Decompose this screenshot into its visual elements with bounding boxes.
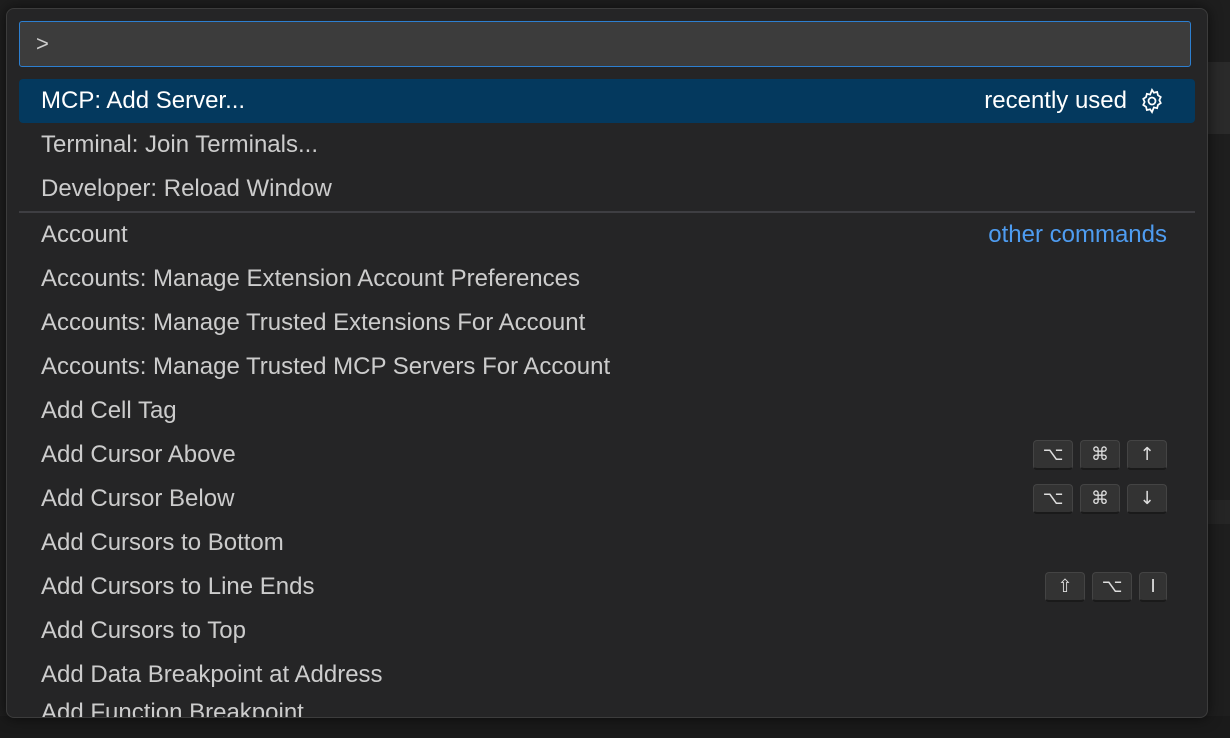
command-label: Add Cell Tag (41, 397, 177, 424)
option-key: ⌥ (1092, 572, 1132, 602)
command-label: Developer: Reload Window (41, 175, 332, 202)
command-item-manage-trusted-extensions[interactable]: Accounts: Manage Trusted Extensions For … (19, 301, 1195, 345)
editor-side-strip-lower (1205, 500, 1230, 524)
i-key: I (1139, 572, 1167, 602)
gear-icon[interactable] (1137, 86, 1167, 116)
status-area (0, 716, 1230, 738)
command-label: Add Data Breakpoint at Address (41, 661, 383, 688)
option-key: ⌥ (1033, 440, 1073, 470)
option-key: ⌥ (1033, 484, 1073, 514)
command-item-add-cursor-below[interactable]: Add Cursor Below ⌥ ⌘ ↓ (19, 477, 1195, 521)
arrow-up-key: ↑ (1127, 440, 1167, 470)
command-item-account[interactable]: Account other commands (19, 213, 1195, 257)
command-key: ⌘ (1080, 440, 1120, 470)
command-palette: MCP: Add Server... recently used Termina… (6, 8, 1208, 718)
command-item-add-cursors-to-bottom[interactable]: Add Cursors to Bottom (19, 521, 1195, 565)
command-list: MCP: Add Server... recently used Termina… (19, 79, 1195, 718)
command-item-add-cursor-above[interactable]: Add Cursor Above ⌥ ⌘ ↑ (19, 433, 1195, 477)
keybinding: ⌥ ⌘ ↑ (1033, 440, 1167, 470)
command-item-reload-window[interactable]: Developer: Reload Window (19, 167, 1195, 211)
command-label: Add Cursor Below (41, 485, 235, 512)
command-item-add-cell-tag[interactable]: Add Cell Tag (19, 389, 1195, 433)
command-input[interactable] (20, 21, 1190, 67)
command-right: other commands (988, 221, 1167, 249)
command-input-box[interactable] (19, 21, 1191, 67)
command-item-add-cursors-to-top[interactable]: Add Cursors to Top (19, 609, 1195, 653)
command-label: Accounts: Manage Trusted Extensions For … (41, 309, 586, 336)
command-right: recently used (984, 86, 1167, 116)
command-item-add-data-breakpoint[interactable]: Add Data Breakpoint at Address (19, 653, 1195, 697)
keybinding: ⌥ ⌘ ↓ (1033, 484, 1167, 514)
keybinding: ⇧ ⌥ I (1045, 572, 1167, 602)
command-key: ⌘ (1080, 484, 1120, 514)
command-item-add-function-breakpoint[interactable]: Add Function Breakpoint (19, 697, 1195, 718)
command-item-add-cursors-to-line-ends[interactable]: Add Cursors to Line Ends ⇧ ⌥ I (19, 565, 1195, 609)
shift-key: ⇧ (1045, 572, 1085, 602)
command-label: Add Function Breakpoint (41, 699, 304, 718)
command-label: Add Cursor Above (41, 441, 236, 468)
editor-side-strip (1205, 62, 1230, 134)
command-item-mcp-add-server[interactable]: MCP: Add Server... recently used (19, 79, 1195, 123)
command-item-manage-trusted-mcp-servers[interactable]: Accounts: Manage Trusted MCP Servers For… (19, 345, 1195, 389)
arrow-down-key: ↓ (1127, 484, 1167, 514)
recently-used-tag: recently used (984, 87, 1127, 114)
command-label: Accounts: Manage Extension Account Prefe… (41, 265, 580, 292)
command-item-manage-extension-account-preferences[interactable]: Accounts: Manage Extension Account Prefe… (19, 257, 1195, 301)
command-label: Terminal: Join Terminals... (41, 131, 318, 158)
command-item-join-terminals[interactable]: Terminal: Join Terminals... (19, 123, 1195, 167)
command-label: Add Cursors to Top (41, 617, 246, 644)
command-label: Add Cursors to Bottom (41, 529, 284, 556)
command-label: MCP: Add Server... (41, 87, 246, 114)
command-label: Accounts: Manage Trusted MCP Servers For… (41, 353, 611, 380)
other-commands-label: other commands (988, 221, 1167, 248)
command-label: Add Cursors to Line Ends (41, 573, 315, 600)
command-label: Account (41, 221, 128, 248)
